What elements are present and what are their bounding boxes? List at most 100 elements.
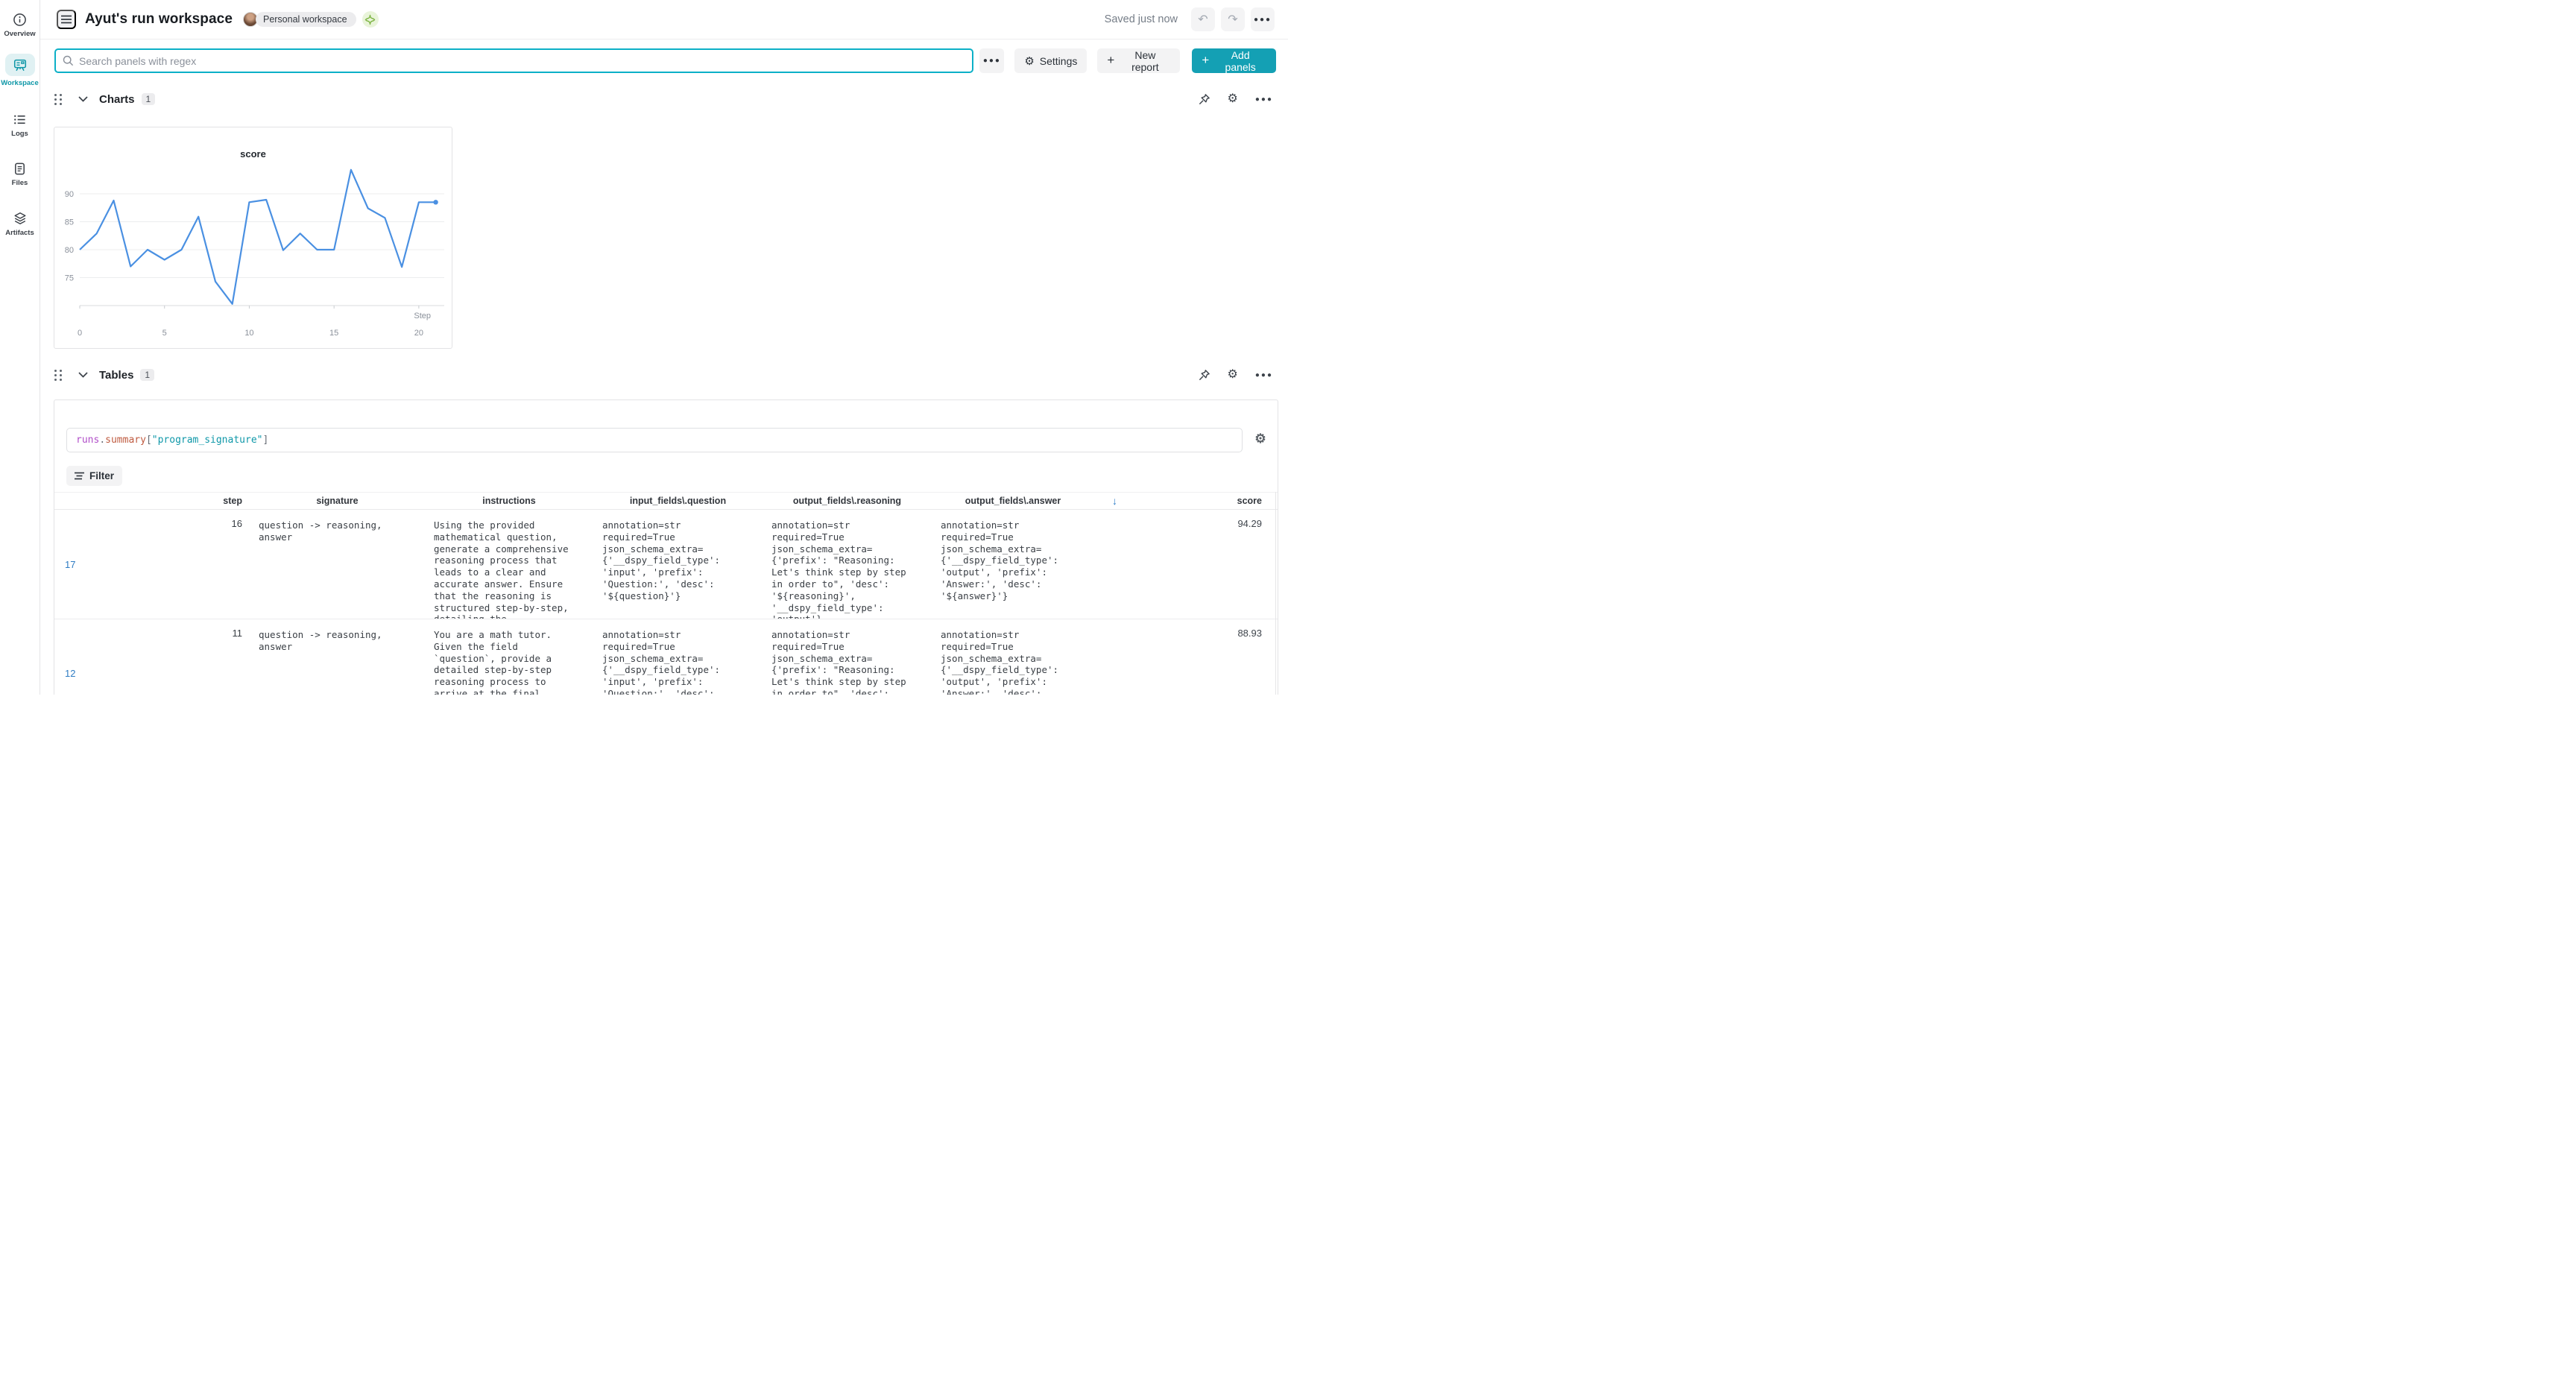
svg-text:85: 85 — [65, 218, 74, 227]
table-query-input[interactable]: runs.summary["program_signature"] — [66, 428, 1243, 452]
cell-step: 11 — [118, 619, 250, 695]
gear-icon: ⚙ — [1024, 54, 1034, 68]
sidebar-item-label: Workspace — [1, 79, 39, 87]
pin-icon[interactable] — [1198, 369, 1210, 382]
tables-count-badge: 1 — [140, 369, 154, 381]
new-report-button[interactable]: + New report — [1097, 48, 1180, 73]
add-panels-label: Add panels — [1214, 49, 1266, 73]
sidebar-item-artifacts[interactable]: Artifacts — [0, 211, 40, 237]
cell-input-question: annotation=str required=True json_schema… — [593, 619, 763, 695]
table-row[interactable]: 17 16 question -> reasoning, answer Usin… — [54, 510, 1278, 619]
header-overflow-menu-button[interactable]: ●●● — [1251, 7, 1275, 31]
runs-table: step signature instructions input_fields… — [54, 492, 1278, 695]
col-instructions[interactable]: instructions — [425, 493, 593, 509]
settings-label: Settings — [1040, 55, 1078, 67]
panel-search[interactable] — [54, 48, 973, 73]
logs-icon — [13, 112, 28, 127]
col-output-answer[interactable]: output_fields\.answer — [932, 493, 1094, 509]
undo-icon: ↶ — [1198, 12, 1208, 27]
col-step[interactable]: step — [118, 493, 250, 509]
charts-section-header: Charts 1 ⚙ ●●● — [54, 89, 1273, 110]
workspace-active-tile — [5, 54, 35, 76]
svg-text:15: 15 — [329, 329, 338, 338]
cell-output-reasoning: annotation=str required=True json_schema… — [763, 510, 932, 619]
row-index-link[interactable]: 12 — [54, 668, 118, 679]
ellipsis-icon: ●●● — [1254, 16, 1272, 24]
chevron-down-icon[interactable] — [78, 96, 88, 102]
svg-text:Step: Step — [414, 312, 431, 320]
charts-section-actions: ⚙ ●●● — [1198, 93, 1273, 106]
pin-icon[interactable] — [1198, 93, 1210, 106]
sidebar-item-label: Overview — [4, 30, 35, 38]
sidebar-item-files[interactable]: Files — [0, 161, 40, 187]
toolbar-overflow-menu-button[interactable]: ●●● — [979, 48, 1004, 73]
plus-icon: + — [1202, 53, 1209, 68]
workspace-badge[interactable]: Personal workspace — [256, 12, 356, 27]
svg-text:0: 0 — [78, 329, 82, 338]
cell-signature: question -> reasoning, answer — [250, 619, 425, 695]
charts-section-title[interactable]: Charts — [99, 93, 135, 106]
score-chart-panel[interactable]: score 7580859005101520Step — [54, 127, 452, 349]
table-filter-row: Filter — [66, 461, 122, 490]
col-score[interactable]: score — [1135, 493, 1263, 509]
table-settings-gear-icon[interactable]: ⚙ — [1251, 430, 1269, 448]
col-output-reasoning[interactable]: output_fields\.reasoning — [763, 493, 932, 509]
tables-section-header: Tables 1 ⚙ ●●● — [54, 364, 1273, 385]
search-input[interactable] — [79, 55, 965, 67]
page-title: Ayut's run workspace — [85, 11, 233, 28]
svg-text:80: 80 — [65, 246, 74, 255]
row-index-link[interactable]: 17 — [54, 559, 118, 570]
settings-button[interactable]: ⚙ Settings — [1014, 48, 1087, 73]
left-sidebar: Overview Workspace Logs Files — [0, 0, 40, 695]
files-icon — [13, 161, 28, 176]
chevron-down-icon[interactable] — [78, 372, 88, 378]
add-panels-button[interactable]: + Add panels — [1192, 48, 1276, 73]
undo-button[interactable]: ↶ — [1191, 7, 1215, 31]
filter-button[interactable]: Filter — [66, 466, 122, 486]
ellipsis-icon: ●●● — [983, 57, 1001, 65]
table-header-row: step signature instructions input_fields… — [54, 492, 1278, 510]
sidebar-item-label: Logs — [11, 130, 28, 138]
hamburger-icon — [61, 15, 72, 24]
col-signature[interactable]: signature — [250, 493, 425, 509]
gear-icon[interactable]: ⚙ — [1228, 369, 1238, 381]
svg-text:10: 10 — [244, 329, 253, 338]
gear-icon[interactable]: ⚙ — [1228, 93, 1238, 105]
sidebar-item-logs[interactable]: Logs — [0, 112, 40, 138]
workspace-icon — [13, 57, 28, 72]
cell-step: 16 — [118, 510, 250, 619]
col-index — [54, 493, 118, 509]
sidebar-item-label: Artifacts — [5, 229, 34, 237]
sidebar-item-workspace[interactable]: Workspace — [0, 54, 40, 87]
sparkle-icon[interactable] — [362, 11, 379, 28]
search-icon — [63, 55, 74, 66]
top-header: Ayut's run workspace Personal workspace … — [40, 0, 1288, 40]
ellipsis-icon[interactable]: ●●● — [1255, 371, 1273, 379]
cell-output-reasoning: annotation=str required=True json_schema… — [763, 619, 932, 695]
filter-icon — [75, 472, 84, 480]
svg-text:75: 75 — [65, 274, 74, 283]
col-input-question[interactable]: input_fields\.question — [593, 493, 763, 509]
cell-output-answer: annotation=str required=True json_schema… — [932, 510, 1094, 619]
sort-arrow-down-icon[interactable]: ↓ — [1094, 493, 1135, 509]
cell-input-question: annotation=str required=True json_schema… — [593, 510, 763, 619]
info-icon — [13, 12, 28, 27]
drag-handle-icon[interactable] — [54, 94, 63, 105]
filter-label: Filter — [89, 470, 114, 481]
cell-signature: question -> reasoning, answer — [250, 510, 425, 619]
new-report-label: New report — [1120, 49, 1170, 73]
drag-handle-icon[interactable] — [54, 370, 63, 381]
cell-score: 94.29 — [1135, 510, 1263, 619]
redo-button[interactable]: ↷ — [1221, 7, 1245, 31]
ellipsis-icon[interactable]: ●●● — [1255, 95, 1273, 104]
table-row[interactable]: 12 11 question -> reasoning, answer You … — [54, 619, 1278, 695]
save-status: Saved just now — [1105, 13, 1178, 25]
redo-icon: ↷ — [1228, 12, 1237, 27]
menu-button[interactable] — [57, 10, 76, 29]
artifacts-icon — [13, 211, 28, 226]
plus-icon: + — [1107, 53, 1114, 68]
table-scrollbar-track[interactable] — [1275, 492, 1276, 695]
tables-section-title[interactable]: Tables — [99, 369, 133, 382]
sidebar-item-overview[interactable]: Overview — [0, 12, 40, 38]
cell-instructions: You are a math tutor. Given the field `q… — [425, 619, 593, 695]
